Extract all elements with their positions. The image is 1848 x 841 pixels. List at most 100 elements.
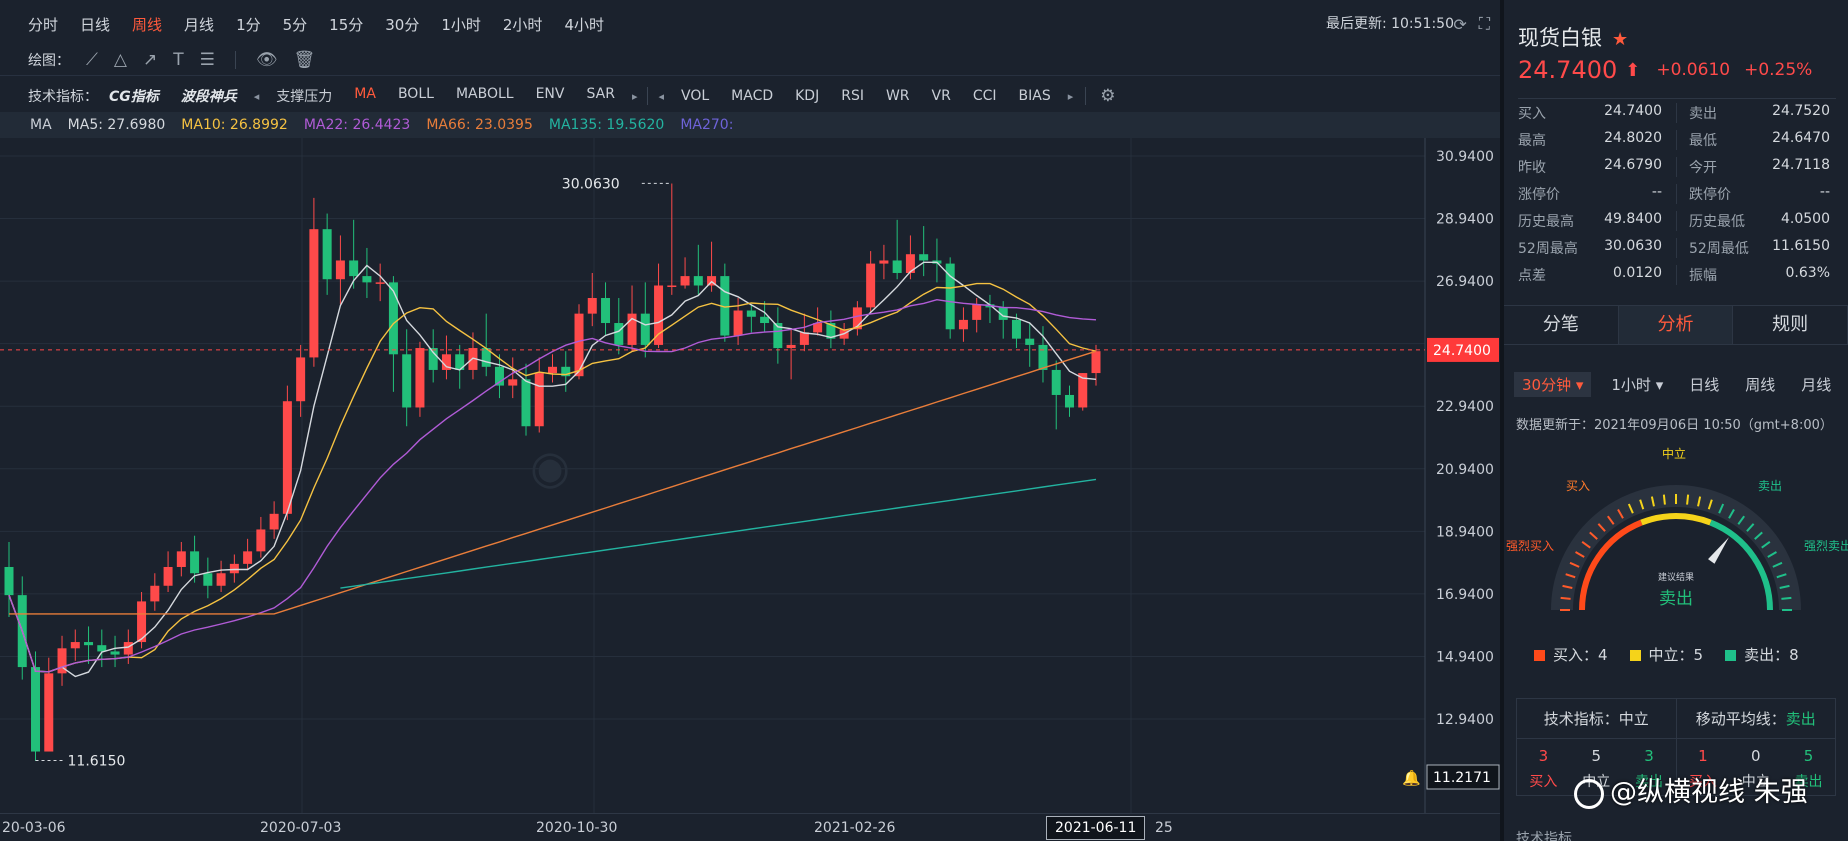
- ma-legend-bar: MA MA5: 27.6980 MA10: 26.8992 MA22: 26.4423…: [0, 112, 1500, 138]
- stat-key: 最低: [1689, 132, 1717, 149]
- x-axis: 20-03-06 2020-07-03 2020-10-30 2021-02-26 20…: [0, 813, 1500, 841]
- candlestick-chart[interactable]: 30.940028.940026.940024.940022.940020.94…: [0, 138, 1500, 813]
- section-title-cut: 技术指标: [1516, 831, 1572, 841]
- arrow-right-icon[interactable]: ▸: [626, 90, 644, 103]
- arrow-right-icon[interactable]: ▸: [1062, 90, 1080, 103]
- panel-tab[interactable]: 规则: [1733, 306, 1848, 344]
- low-annotation: 11.6150: [68, 753, 126, 769]
- sentiment-gauge: 强烈买入买入中立卖出强烈卖出建议结果卖出: [1506, 446, 1848, 611]
- x-tick-label: 20-03-06: [2, 820, 66, 836]
- y-tick-label: 16.9400: [1436, 587, 1494, 603]
- indicator-sub[interactable]: KDJ: [784, 88, 830, 104]
- stat-cell: 昨收 24.6790: [1518, 156, 1677, 177]
- favorite-star-icon[interactable]: ★: [1612, 29, 1628, 50]
- stat-row: 52周最高 30.0630 52周最低 11.6150: [1518, 234, 1836, 261]
- period-option[interactable]: 1小时 ▾: [1611, 374, 1663, 395]
- timeframe-tab[interactable]: 日线: [69, 14, 121, 35]
- legend-label: 中立：5: [1648, 646, 1704, 664]
- period-option[interactable]: 周线: [1745, 374, 1775, 395]
- indicator-sub[interactable]: CCI: [962, 88, 1008, 104]
- indicator-overlay[interactable]: SAR: [575, 86, 625, 106]
- ma-legend-item: MA270:: [680, 117, 734, 133]
- chart-svg[interactable]: 30.940028.940026.940024.940022.940020.94…: [0, 138, 1500, 813]
- trash-icon[interactable]: 🗑: [285, 50, 323, 70]
- x-tick-label: 2020-07-03: [260, 820, 342, 836]
- candle-body: [508, 379, 518, 386]
- timeframe-tab[interactable]: 月线: [173, 14, 225, 35]
- timeframe-tab[interactable]: 分时: [0, 14, 69, 35]
- timeframe-tab[interactable]: 1分: [225, 14, 272, 35]
- stat-cell: 点差 0.0120: [1518, 264, 1677, 285]
- indicator-sub[interactable]: MACD: [720, 88, 784, 104]
- stat-value: 24.7118: [1772, 156, 1830, 173]
- timeframe-tab[interactable]: 30分: [374, 14, 430, 35]
- period-option[interactable]: 30分钟 ▾: [1514, 372, 1592, 397]
- draw-label: 绘图：: [28, 52, 70, 69]
- period-option[interactable]: 月线: [1801, 374, 1831, 395]
- stat-row: 历史最高 49.8400 历史最低 4.0500: [1518, 207, 1836, 234]
- candle-body: [203, 573, 213, 586]
- indicator-main[interactable]: CG指标: [98, 86, 170, 106]
- last-price: 24.7400: [1518, 56, 1618, 84]
- legend-label: 卖出：8: [1744, 646, 1799, 664]
- timeframe-tab[interactable]: 15分: [318, 14, 374, 35]
- timeframe-tab[interactable]: 1小时: [430, 14, 492, 35]
- ma-legend-item: MA10: 26.8992: [181, 117, 288, 133]
- stat-cell: 52周最低 11.6150: [1677, 238, 1836, 258]
- candle-body: [322, 229, 332, 280]
- timeframe-tab[interactable]: 周线: [121, 14, 173, 35]
- indicator-sub[interactable]: RSI: [830, 88, 875, 104]
- candle-body: [216, 573, 226, 586]
- arrow-left-icon[interactable]: ◂: [652, 90, 670, 103]
- indicator-sub[interactable]: VR: [921, 88, 962, 104]
- candle-body: [163, 566, 173, 586]
- price-change-pct: +0.25%: [1744, 60, 1813, 80]
- stat-row: 涨停价 -- 跌停价 --: [1518, 180, 1836, 207]
- count-number: 0: [1750, 747, 1761, 765]
- indicator-overlay[interactable]: MA: [343, 86, 387, 106]
- candle-body: [123, 642, 133, 655]
- indicator-main[interactable]: 波段神兵: [170, 86, 248, 106]
- stat-value: 24.6790: [1604, 156, 1662, 173]
- eye-icon[interactable]: 👁: [248, 50, 286, 70]
- stat-cell: 历史最高 49.8400: [1518, 210, 1677, 231]
- gauge-label: 强烈买入: [1506, 539, 1554, 553]
- text-tool-icon[interactable]: T: [165, 50, 191, 70]
- timeframe-tab[interactable]: 4小时: [553, 14, 615, 35]
- stat-cell: 最高 24.8020: [1518, 129, 1677, 150]
- indicator-overlay[interactable]: MABOLL: [445, 86, 525, 106]
- indicator-overlay[interactable]: 支撑压力: [265, 86, 343, 106]
- period-option[interactable]: 日线: [1689, 374, 1719, 395]
- panel-tab[interactable]: 分笔: [1504, 306, 1619, 344]
- y-tick-label: 22.9400: [1436, 399, 1494, 415]
- candle-body: [296, 357, 306, 402]
- fullscreen-icon[interactable]: ⛶: [1479, 14, 1490, 34]
- gauge-label: 买入: [1566, 479, 1590, 493]
- current-price-label: 24.7400: [1433, 343, 1491, 359]
- stat-value: 24.6470: [1772, 129, 1830, 146]
- line-tool-icon[interactable]: ⟋: [78, 50, 106, 70]
- refresh-icon[interactable]: ⟳: [1453, 15, 1466, 34]
- arrow-tool-icon[interactable]: ↗: [135, 50, 165, 70]
- candle-body: [972, 304, 982, 320]
- ma-legend-item: MA135: 19.5620: [548, 117, 665, 133]
- stat-value: 24.7520: [1772, 102, 1830, 119]
- triangle-tool-icon[interactable]: △: [106, 50, 135, 70]
- indicator-sub[interactable]: VOL: [670, 88, 720, 104]
- indicator-overlay[interactable]: ENV: [525, 86, 576, 106]
- indicator-overlay[interactable]: BOLL: [387, 86, 445, 106]
- chart-area: 分时 日线 周线 月线 1分 5分 15分 30分 1小时 2小时 4小时 最后更新: 10:51:…: [0, 0, 1500, 841]
- timeframe-tab[interactable]: 2小时: [492, 14, 554, 35]
- ma-legend-item: MA66: 23.0395: [426, 117, 533, 133]
- timeframe-tab[interactable]: 5分: [272, 14, 319, 35]
- y-tick-label: 30.9400: [1436, 149, 1494, 165]
- stat-value: --: [1819, 183, 1830, 200]
- arrow-left-icon[interactable]: ◂: [248, 90, 266, 103]
- panel-tab[interactable]: 分析: [1618, 306, 1734, 344]
- indicator-sub[interactable]: WR: [875, 88, 921, 104]
- indicator-sub[interactable]: BIAS: [1008, 88, 1062, 104]
- candle-body: [335, 260, 345, 280]
- settings-gear-icon[interactable]: ⚙: [1092, 86, 1123, 106]
- fib-tool-icon[interactable]: ☰: [192, 50, 223, 70]
- candle-body: [667, 285, 677, 287]
